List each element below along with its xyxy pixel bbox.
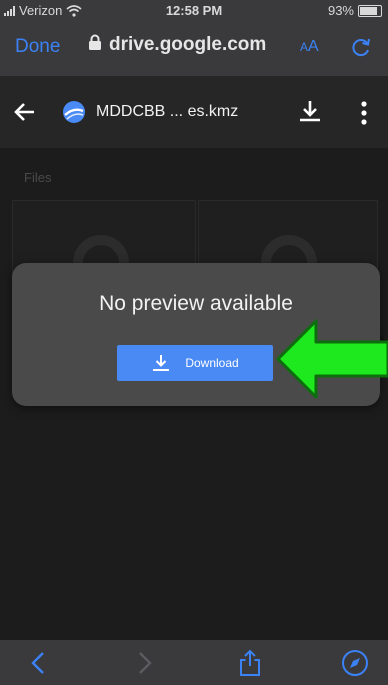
chevron-left-icon[interactable] [25, 649, 53, 677]
safari-bottom-toolbar [0, 640, 388, 685]
more-vert-icon[interactable] [354, 100, 374, 126]
status-bar: Verizon 12:58 PM 93% [0, 0, 388, 20]
url-text: drive.google.com [109, 34, 267, 55]
compass-icon[interactable] [341, 649, 369, 677]
done-button[interactable]: Done [15, 36, 60, 58]
status-right: 93% [328, 3, 382, 18]
file-name: MDDCBB ... es.kmz [96, 103, 239, 120]
download-icon [151, 353, 171, 373]
text-size-button[interactable]: AA [300, 38, 319, 56]
battery-fill [360, 6, 377, 15]
back-arrow-icon[interactable] [12, 100, 38, 124]
safari-top-bar: Done drive.google.com AA [0, 20, 388, 76]
google-earth-icon [62, 100, 86, 124]
green-arrow-annotation [276, 318, 388, 400]
drive-header: MDDCBB ... es.kmz [0, 76, 388, 148]
address-bar[interactable]: drive.google.com [88, 34, 266, 56]
lock-icon [88, 34, 102, 56]
aa-large: A [308, 38, 319, 55]
dialog-title: No preview available [99, 292, 293, 315]
files-label: Files [24, 170, 52, 185]
reload-icon[interactable] [349, 35, 373, 59]
screen: Verizon 12:58 PM 93% Done drive.google.c… [0, 0, 388, 685]
download-button[interactable]: Download [117, 345, 273, 381]
aa-small: A [300, 40, 309, 54]
battery-icon [358, 4, 382, 17]
download-button-label: Download [185, 356, 239, 370]
chevron-right-icon[interactable] [130, 649, 158, 677]
download-icon[interactable] [296, 98, 324, 126]
battery-percent: 93% [327, 3, 354, 18]
share-icon[interactable] [236, 649, 264, 677]
